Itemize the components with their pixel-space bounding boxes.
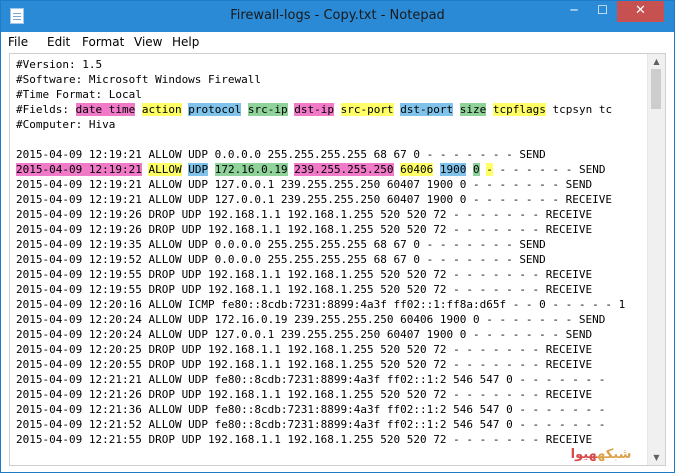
watermark-text-part1: هیوا xyxy=(570,447,598,462)
text-line: 2015-04-09 12:19:26 DROP UDP 192.168.1.1… xyxy=(16,207,648,222)
line-text: 2015-04-09 12:19:26 DROP UDP 192.168.1.1… xyxy=(16,208,593,221)
text-line: #Time Format: Local xyxy=(16,87,648,102)
text-line: 2015-04-09 12:19:26 DROP UDP 192.168.1.1… xyxy=(16,222,648,237)
highlight-yellow: 60406 xyxy=(400,163,434,176)
text-line: 2015-04-09 12:19:55 DROP UDP 192.168.1.1… xyxy=(16,267,648,282)
line-text xyxy=(334,103,341,116)
text-line: 2015-04-09 12:20:25 DROP UDP 192.168.1.1… xyxy=(16,342,648,357)
line-text xyxy=(208,163,215,176)
line-text: 2015-04-09 12:19:35 ALLOW UDP 0.0.0.0 25… xyxy=(16,238,546,251)
line-text: #Time Format: Local xyxy=(16,88,142,101)
text-line: 2015-04-09 12:21:21 ALLOW UDP fe80::8cdb… xyxy=(16,372,648,387)
highlight-pink: dst-ip xyxy=(294,103,334,116)
highlight-yellow: - xyxy=(486,163,493,176)
line-text: - - - - - - SEND xyxy=(492,163,606,176)
highlight-pink: 2015-04-09 12:19:21 xyxy=(16,163,142,176)
line-text: #Fields: xyxy=(16,103,76,116)
highlight-yellow: ALLOW xyxy=(148,163,182,176)
watermark-logo: شبکههیوا xyxy=(549,443,653,469)
line-text: 2015-04-09 12:20:25 DROP UDP 192.168.1.1… xyxy=(16,343,593,356)
line-text xyxy=(453,103,460,116)
text-line: 2015-04-09 12:20:16 ALLOW ICMP fe80::8cd… xyxy=(16,297,648,312)
highlight-yellow: src-port xyxy=(340,103,394,116)
text-line: 2015-04-09 12:19:21 ALLOW UDP 127.0.0.1 … xyxy=(16,192,648,207)
highlight-pink: date time xyxy=(75,103,136,116)
highlight-green: 172.16.0.19 xyxy=(214,163,288,176)
line-text: #Version: 1.5 xyxy=(16,58,103,71)
line-text: #Computer: Hiva xyxy=(16,118,116,131)
minimize-button[interactable]: ─ xyxy=(560,1,588,22)
line-text: 2015-04-09 12:19:21 ALLOW UDP 0.0.0.0 25… xyxy=(16,148,546,161)
text-line: #Computer: Hiva xyxy=(16,117,648,132)
highlight-yellow: action xyxy=(141,103,182,116)
text-line: 2015-04-09 12:19:52 ALLOW UDP 0.0.0.0 25… xyxy=(16,252,648,267)
line-text: 2015-04-09 12:21:26 DROP UDP 192.168.1.1… xyxy=(16,388,593,401)
highlight-green: size xyxy=(459,103,487,116)
watermark-text-part2: شبکه xyxy=(597,447,632,462)
highlight-green: 0 xyxy=(473,163,480,176)
line-text: 2015-04-09 12:19:55 DROP UDP 192.168.1.1… xyxy=(16,283,593,296)
text-line: 2015-04-09 12:20:55 DROP UDP 192.168.1.1… xyxy=(16,357,648,372)
highlight-blue: 1900 xyxy=(439,163,467,176)
line-text: 2015-04-09 12:19:21 ALLOW UDP 127.0.0.1 … xyxy=(16,193,613,206)
title-bar[interactable]: Firewall-logs - Copy.txt - Notepad ─ ☐ ✕ xyxy=(1,1,674,32)
menu-format[interactable]: Format xyxy=(82,35,124,49)
text-line: 2015-04-09 12:19:21 ALLOW UDP 127.0.0.1 … xyxy=(16,177,648,192)
highlight-blue: UDP xyxy=(188,163,209,176)
menu-view[interactable]: View xyxy=(134,35,162,49)
maximize-button[interactable]: ☐ xyxy=(589,1,616,22)
text-line: 2015-04-09 12:21:36 ALLOW UDP fe80::8cdb… xyxy=(16,402,648,417)
text-line xyxy=(16,132,648,147)
line-text: tcpsyn tc xyxy=(545,103,613,116)
scroll-thumb[interactable] xyxy=(651,69,661,109)
vertical-scrollbar[interactable]: ▲ ▼ xyxy=(647,54,665,465)
line-text: 2015-04-09 12:21:55 DROP UDP 192.168.1.1… xyxy=(16,433,593,446)
highlight-green: src-ip xyxy=(247,103,288,116)
line-text: 2015-04-09 12:20:24 ALLOW UDP 172.16.0.1… xyxy=(16,313,606,326)
text-line: 2015-04-09 12:20:24 ALLOW UDP 172.16.0.1… xyxy=(16,312,648,327)
text-line: #Version: 1.5 xyxy=(16,57,648,72)
text-line: 2015-04-09 12:20:24 ALLOW UDP 127.0.0.1 … xyxy=(16,327,648,342)
line-text: 2015-04-09 12:19:55 DROP UDP 192.168.1.1… xyxy=(16,268,593,281)
text-line: 2015-04-09 12:19:35 ALLOW UDP 0.0.0.0 25… xyxy=(16,237,648,252)
line-text xyxy=(241,103,248,116)
line-text: 2015-04-09 12:21:52 ALLOW UDP fe80::8cdb… xyxy=(16,418,606,431)
line-text: 2015-04-09 12:19:52 ALLOW UDP 0.0.0.0 25… xyxy=(16,253,546,266)
highlight-blue: dst-port xyxy=(400,103,454,116)
menu-bar: File Edit Format View Help xyxy=(1,32,674,52)
line-text xyxy=(135,103,142,116)
text-editor[interactable]: #Version: 1.5 #Software: Microsoft Window… xyxy=(9,53,666,466)
menu-edit[interactable]: Edit xyxy=(47,35,70,49)
text-line: 2015-04-09 12:21:26 DROP UDP 192.168.1.1… xyxy=(16,387,648,402)
text-line: 2015-04-09 12:19:21 ALLOW UDP 172.16.0.1… xyxy=(16,162,648,177)
text-line: 2015-04-09 12:19:21 ALLOW UDP 0.0.0.0 25… xyxy=(16,147,648,162)
line-text: 2015-04-09 12:20:16 ALLOW ICMP fe80::8cd… xyxy=(16,298,626,311)
scroll-up-arrow-icon[interactable]: ▲ xyxy=(648,54,665,69)
text-line: #Fields: date time action protocol src-i… xyxy=(16,102,648,117)
close-button[interactable]: ✕ xyxy=(617,1,664,22)
highlight-yellow: tcpflags xyxy=(492,103,546,116)
highlight-blue: protocol xyxy=(188,103,242,116)
text-line: 2015-04-09 12:19:55 DROP UDP 192.168.1.1… xyxy=(16,282,648,297)
line-text xyxy=(433,163,440,176)
text-line: 2015-04-09 12:21:52 ALLOW UDP fe80::8cdb… xyxy=(16,417,648,432)
line-text: 2015-04-09 12:19:21 ALLOW UDP 127.0.0.1 … xyxy=(16,178,593,191)
line-text: 2015-04-09 12:21:36 ALLOW UDP fe80::8cdb… xyxy=(16,403,606,416)
notepad-window: Firewall-logs - Copy.txt - Notepad ─ ☐ ✕… xyxy=(0,0,675,473)
line-text: 2015-04-09 12:20:55 DROP UDP 192.168.1.1… xyxy=(16,358,593,371)
menu-file[interactable]: File xyxy=(8,35,28,49)
line-text xyxy=(486,103,493,116)
line-text: 2015-04-09 12:19:26 DROP UDP 192.168.1.1… xyxy=(16,223,593,236)
line-text: #Software: Microsoft Windows Firewall xyxy=(16,73,262,86)
text-line: #Software: Microsoft Windows Firewall xyxy=(16,72,648,87)
line-text: 2015-04-09 12:20:24 ALLOW UDP 127.0.0.1 … xyxy=(16,328,593,341)
line-text: 2015-04-09 12:21:21 ALLOW UDP fe80::8cdb… xyxy=(16,373,606,386)
menu-help[interactable]: Help xyxy=(172,35,199,49)
highlight-pink: 239.255.255.250 xyxy=(294,163,394,176)
text-content[interactable]: #Version: 1.5 #Software: Microsoft Window… xyxy=(16,57,648,447)
